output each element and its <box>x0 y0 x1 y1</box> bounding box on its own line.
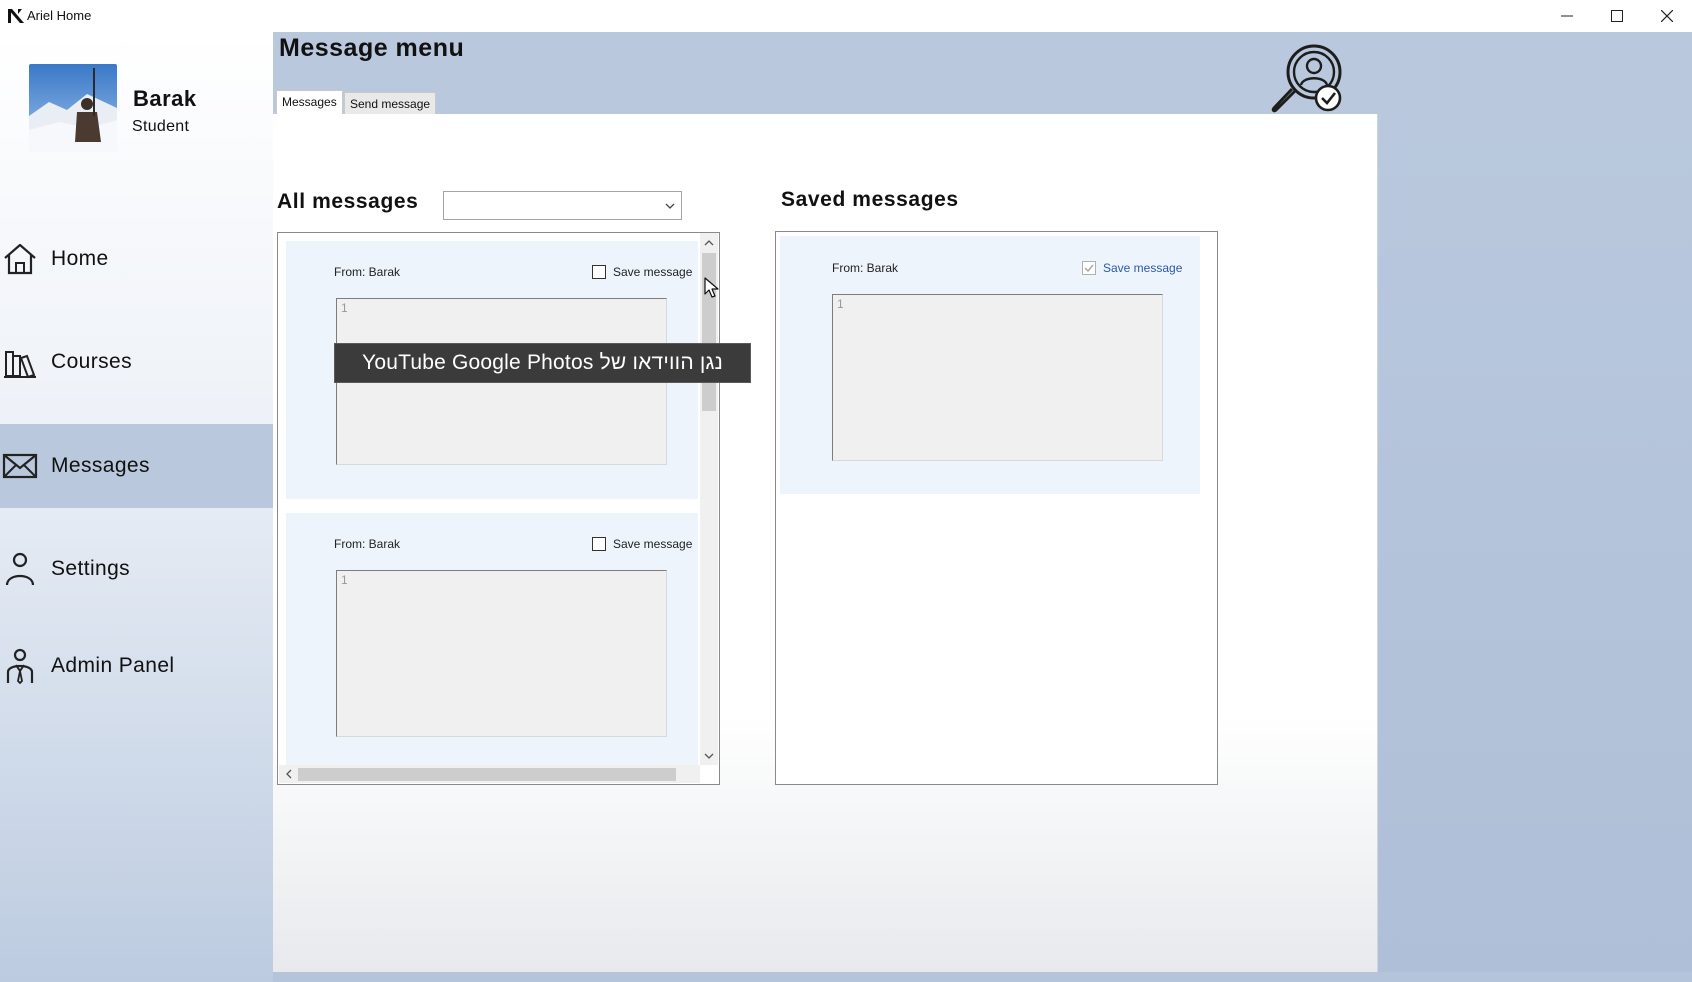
close-icon <box>1661 10 1673 22</box>
message-from: From: Barak <box>334 265 401 279</box>
sidebar-item-label: Home <box>51 247 109 270</box>
save-message-checkbox[interactable]: Save message <box>1082 261 1182 275</box>
sidebar-item-courses[interactable]: Courses <box>0 320 273 404</box>
horizontal-scroll-thumb[interactable] <box>298 768 676 781</box>
close-button[interactable] <box>1642 0 1692 32</box>
save-message-label: Save message <box>613 537 693 551</box>
saved-messages-list[interactable]: From: Barak Save message 1 <box>775 231 1218 785</box>
tooltip: נגן הווידאו של YouTube Google Photos <box>334 343 751 383</box>
main-header <box>273 32 1692 114</box>
sidebar-item-label: Admin Panel <box>51 654 175 677</box>
home-icon <box>4 243 36 275</box>
user-name: Barak <box>133 86 197 111</box>
app-logo-icon <box>8 9 24 23</box>
minimize-icon <box>1561 15 1573 17</box>
save-message-checkbox[interactable]: Save message <box>592 537 692 551</box>
courses-icon <box>4 351 36 379</box>
user-role: Student <box>132 118 190 135</box>
admin-icon <box>6 648 34 684</box>
page-title: Message menu <box>279 34 465 62</box>
scroll-down-icon[interactable] <box>700 749 718 763</box>
window-title: Ariel Home <box>27 8 92 23</box>
tab-messages[interactable]: Messages <box>276 90 343 115</box>
sidebar-item-label: Settings <box>51 557 131 580</box>
envelope-icon <box>2 453 38 479</box>
title-bar: Ariel Home <box>0 0 1692 32</box>
bottom-strip <box>273 972 1692 982</box>
checkbox-box[interactable] <box>592 265 606 279</box>
minimize-button[interactable] <box>1542 0 1592 32</box>
checkbox-box[interactable] <box>592 537 606 551</box>
search-check-icon <box>1271 44 1342 113</box>
list-item: From: Barak Save message 1 <box>286 513 698 771</box>
scroll-up-icon[interactable] <box>700 236 718 250</box>
sidebar-item-home[interactable]: Home <box>0 217 273 301</box>
sidebar-item-admin-panel[interactable]: Admin Panel <box>0 624 273 708</box>
maximize-button[interactable] <box>1592 0 1642 32</box>
message-filter-select[interactable] <box>443 191 682 220</box>
message-from: From: Barak <box>832 261 899 275</box>
checkmark-icon <box>1084 264 1094 273</box>
sidebar-item-messages[interactable]: Messages <box>0 424 273 508</box>
save-message-checkbox[interactable]: Save message <box>592 265 692 279</box>
scroll-left-icon[interactable] <box>282 765 296 783</box>
avatar <box>29 64 117 152</box>
all-messages-list[interactable]: From: Barak Save message 1 From: Barak S… <box>277 232 720 785</box>
sidebar-item-settings[interactable]: Settings <box>0 527 273 611</box>
sidebar: Barak Student Home Courses Messages Sett… <box>0 32 273 982</box>
mouse-cursor-icon <box>704 277 719 298</box>
person-icon <box>5 552 35 586</box>
message-text[interactable]: 1 <box>336 570 667 737</box>
checkbox-box[interactable] <box>1082 261 1096 275</box>
message-from: From: Barak <box>334 537 401 551</box>
list-item: From: Barak Save message 1 <box>780 236 1200 494</box>
message-text[interactable]: 1 <box>832 294 1163 461</box>
all-messages-title: All messages <box>277 190 419 213</box>
tab-send-message[interactable]: Send message <box>344 92 437 115</box>
save-message-label: Save message <box>1103 261 1183 275</box>
chevron-down-icon <box>665 203 675 209</box>
sidebar-item-label: Courses <box>51 350 132 373</box>
sidebar-item-label: Messages <box>51 454 150 477</box>
maximize-icon <box>1611 10 1623 22</box>
saved-messages-title: Saved messages <box>781 188 959 211</box>
save-message-label: Save message <box>613 265 693 279</box>
main-background <box>1378 114 1692 982</box>
